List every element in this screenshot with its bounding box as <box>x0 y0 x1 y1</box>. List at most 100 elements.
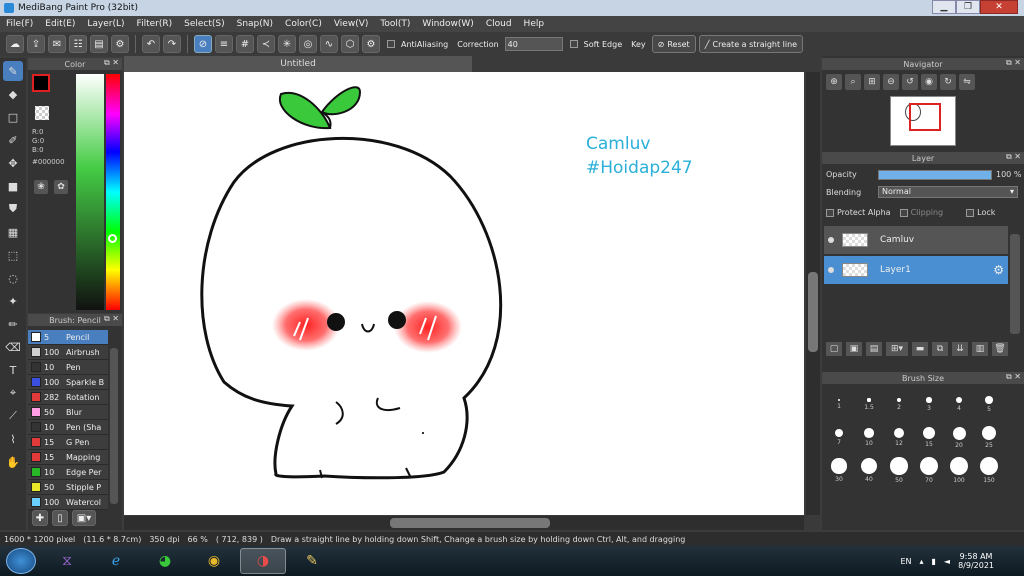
brush-size-cell[interactable]: 25 <box>974 421 1004 454</box>
brush-size-cell[interactable]: 50 <box>884 454 914 487</box>
magic-wand-tool-icon[interactable]: ✦ <box>3 291 23 311</box>
saturation-value-picker[interactable] <box>76 74 104 310</box>
canvas[interactable]: Camluv #Hoidap247 <box>124 72 804 515</box>
brush-item[interactable]: 100 Watercol <box>28 495 108 510</box>
hand-tool-icon[interactable]: ✋ <box>3 452 23 472</box>
brush-item[interactable]: 10 Pen (Sha <box>28 420 108 435</box>
divide-tool-icon[interactable]: ⟋ <box>3 406 23 426</box>
eraser-tool-icon[interactable]: ◆ <box>3 84 23 104</box>
lock-checkbox[interactable] <box>966 208 975 217</box>
maximize-button[interactable]: ❐ <box>956 0 980 14</box>
tray-arrow-icon[interactable]: ▴ <box>919 557 923 566</box>
correction-select[interactable]: 40 <box>504 37 563 51</box>
brush-size-cell[interactable]: 150 <box>974 454 1004 487</box>
palette-settings-icon[interactable]: ✿ <box>54 180 68 194</box>
straight-line-button[interactable]: ╱ Create a straight line <box>698 35 804 53</box>
bucket-tool-icon[interactable]: ⛊ <box>3 199 23 219</box>
brush-size-cell[interactable]: 15 <box>914 421 944 454</box>
document-icon[interactable]: ▤ <box>90 35 108 53</box>
brush-tool-icon[interactable]: ✎ <box>3 61 23 81</box>
visual-studio-icon[interactable]: ⧖ <box>44 548 90 574</box>
brush-item[interactable]: 5 Pencil <box>28 330 108 345</box>
soft-edge-checkbox[interactable] <box>569 40 578 48</box>
close-button[interactable]: ✕ <box>980 0 1018 14</box>
brush-item[interactable]: 15 Mapping <box>28 450 108 465</box>
horizontal-scroll-thumb[interactable] <box>390 518 550 528</box>
brush-item[interactable]: 282 Rotation <box>28 390 108 405</box>
brush-size-cell[interactable]: 4 <box>944 388 974 421</box>
delete-layer-icon[interactable]: 🗑 <box>992 342 1008 356</box>
reset-button[interactable]: ⊘ Reset <box>651 35 696 53</box>
select-eraser-tool-icon[interactable]: ⌫ <box>3 337 23 357</box>
brush-item[interactable]: 50 Blur <box>28 405 108 420</box>
brush-size-cell[interactable]: 5 <box>974 388 1004 421</box>
brush-size-cell[interactable]: 3 <box>914 388 944 421</box>
gradient-tool-icon[interactable]: ▦ <box>3 222 23 242</box>
chrome-icon[interactable]: ◉ <box>191 548 237 574</box>
operation-tool-icon[interactable]: ⌖ <box>3 383 23 403</box>
menu-cloud[interactable]: Cloud <box>480 19 518 29</box>
dot-tool-icon[interactable]: ✐ <box>3 130 23 150</box>
brush-item[interactable]: 100 Sparkle B <box>28 375 108 390</box>
layer-row-layer1[interactable]: Layer1 ⚙ <box>824 256 1008 284</box>
panel-close-icon[interactable]: ⧉ ✕ <box>104 58 119 68</box>
paint-icon[interactable]: ✎ <box>289 548 335 574</box>
start-button[interactable] <box>6 548 36 574</box>
redo-icon[interactable]: ↷ <box>163 35 181 53</box>
menu-tool[interactable]: Tool(T) <box>374 19 416 29</box>
snap-grid-icon[interactable]: # <box>236 35 254 53</box>
volume-icon[interactable]: ◄ <box>944 557 950 566</box>
snap-curve-icon[interactable]: ∿ <box>320 35 338 53</box>
clipping-checkbox[interactable] <box>899 208 908 217</box>
move-tool-icon[interactable]: ✥ <box>3 153 23 173</box>
text-tool-icon[interactable]: T <box>3 360 23 380</box>
brush-item[interactable]: 15 G Pen <box>28 435 108 450</box>
snap-parallel-icon[interactable]: ≡ <box>215 35 233 53</box>
hue-slider[interactable] <box>106 74 120 310</box>
clock[interactable]: 9:58 AM 8/9/2021 <box>958 552 994 570</box>
new-8bit-layer-icon[interactable]: ▤ <box>866 342 882 356</box>
primary-color-swatch[interactable] <box>32 74 50 92</box>
chat-icon[interactable]: ☷ <box>69 35 87 53</box>
brush-size-cell[interactable]: 12 <box>884 421 914 454</box>
minimize-button[interactable]: ▁ <box>932 0 956 14</box>
fill-rect-tool-icon[interactable]: ■ <box>3 176 23 196</box>
secondary-color-swatch[interactable] <box>35 106 49 120</box>
antialiasing-checkbox[interactable] <box>387 40 395 48</box>
snap-radial-icon[interactable]: ✳ <box>278 35 296 53</box>
layer-add-menu-icon[interactable]: ⊞▾ <box>886 342 908 356</box>
menu-file[interactable]: File(F) <box>0 19 39 29</box>
layer-list-scrollbar[interactable] <box>1010 234 1020 334</box>
zoom-search-icon[interactable]: ⌕ <box>845 74 861 90</box>
layer-settings-icon[interactable]: ⚙ <box>993 263 1004 277</box>
vertical-scrollbar[interactable] <box>806 72 820 515</box>
undo-icon[interactable]: ↶ <box>142 35 160 53</box>
brush-size-cell[interactable]: 100 <box>944 454 974 487</box>
visibility-icon[interactable] <box>828 237 834 243</box>
navigator-preview[interactable] <box>890 96 956 146</box>
brush-size-cell[interactable]: 20 <box>944 421 974 454</box>
horizontal-scrollbar[interactable] <box>124 516 804 530</box>
panel-close-icon[interactable]: ⧉ ✕ <box>1006 58 1021 68</box>
rotate-right-icon[interactable]: ↻ <box>940 74 956 90</box>
panel-close-icon[interactable]: ⧉ ✕ <box>1006 152 1021 162</box>
medibang-task-icon[interactable]: ◑ <box>240 548 286 574</box>
brush-menu-icon[interactable]: ▣▾ <box>72 510 96 526</box>
menu-view[interactable]: View(V) <box>328 19 375 29</box>
protect-alpha-checkbox[interactable] <box>826 208 834 217</box>
brush-item[interactable]: 100 Airbrush <box>28 345 108 360</box>
select-tool-icon[interactable]: ⬚ <box>3 245 23 265</box>
fit-icon[interactable]: ⊞ <box>864 74 880 90</box>
brush-size-cell[interactable]: 1 <box>824 388 854 421</box>
select-pen-tool-icon[interactable]: ✏ <box>3 314 23 334</box>
eyedropper-tool-icon[interactable]: ⌇ <box>3 429 23 449</box>
zoom-in-icon[interactable]: ⊕ <box>826 74 842 90</box>
menu-layer[interactable]: Layer(L) <box>81 19 130 29</box>
brush-size-cell[interactable]: 1.5 <box>854 388 884 421</box>
brush-list-scrollbar[interactable] <box>110 348 118 504</box>
vertical-scroll-thumb[interactable] <box>808 272 818 352</box>
menu-help[interactable]: Help <box>518 19 551 29</box>
visibility-icon[interactable] <box>828 267 834 273</box>
settings-doc-icon[interactable]: ⚙ <box>111 35 129 53</box>
menu-snap[interactable]: Snap(N) <box>231 19 279 29</box>
